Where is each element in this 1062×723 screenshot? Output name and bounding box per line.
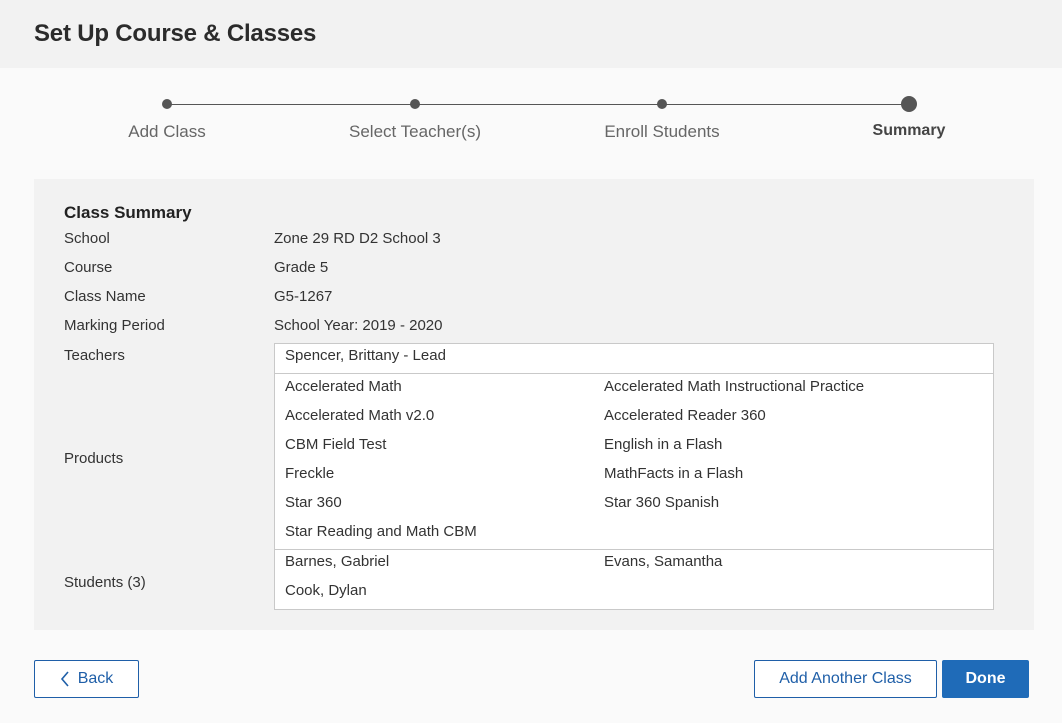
school-label: School [64,230,110,247]
products-box: Accelerated Math Accelerated Math Instru… [274,373,994,550]
student-item: Cook, Dylan [285,582,367,599]
page-header: Set Up Course & Classes [0,0,1062,68]
student-item: Barnes, Gabriel [285,553,390,570]
product-item: Star 360 Spanish [604,494,720,511]
product-item: Accelerated Math v2.0 [285,407,435,424]
back-button[interactable]: Back [34,660,139,698]
teachers-label: Teachers [64,347,125,364]
product-item: MathFacts in a Flash [604,465,744,482]
add-another-class-button[interactable]: Add Another Class [754,660,937,698]
step-dot [410,99,420,109]
products-label: Products [64,450,124,467]
product-item: Accelerated Math [285,378,402,395]
teachers-box: Spencer, Brittany - Lead [274,343,994,374]
class-name-label: Class Name [64,288,146,305]
step-dot [162,99,172,109]
class-name-value: G5-1267 [274,288,333,305]
product-item: Star 360 [285,494,342,511]
product-item: Accelerated Math Instructional Practice [604,378,865,395]
student-item: Evans, Samantha [604,553,723,570]
step-label: Summary [872,122,946,139]
teacher-item: Spencer, Brittany - Lead [285,347,446,364]
stepper-line [167,104,909,105]
marking-period-label: Marking Period [64,317,165,334]
course-label: Course [64,259,113,276]
step-dot-active [901,96,917,112]
school-value: Zone 29 RD D2 School 3 [274,230,441,247]
product-item: Freckle [285,465,335,482]
step-label: Add Class [128,122,206,141]
product-item: Star Reading and Math CBM [285,523,477,540]
page-title: Set Up Course & Classes [34,20,317,47]
class-summary-panel: Class Summary School Zone 29 RD D2 Schoo… [34,179,1034,630]
product-item: CBM Field Test [285,436,387,453]
students-box: Barnes, Gabriel Evans, Samantha Cook, Dy… [274,549,994,610]
students-label: Students (3) [64,574,146,591]
product-item: English in a Flash [604,436,723,453]
done-button[interactable]: Done [942,660,1029,698]
step-label: Select Teacher(s) [349,122,481,141]
wizard-stepper: Add Class Select Teacher(s) Enroll Stude… [0,88,1062,158]
step-dot [657,99,667,109]
product-item: Accelerated Reader 360 [604,407,766,424]
chevron-left-icon [60,671,69,687]
step-label: Enroll Students [604,122,720,141]
summary-title: Class Summary [64,203,192,222]
course-value: Grade 5 [274,259,329,276]
back-button-label: Back [77,670,114,687]
marking-period-value: School Year: 2019 - 2020 [274,317,443,334]
